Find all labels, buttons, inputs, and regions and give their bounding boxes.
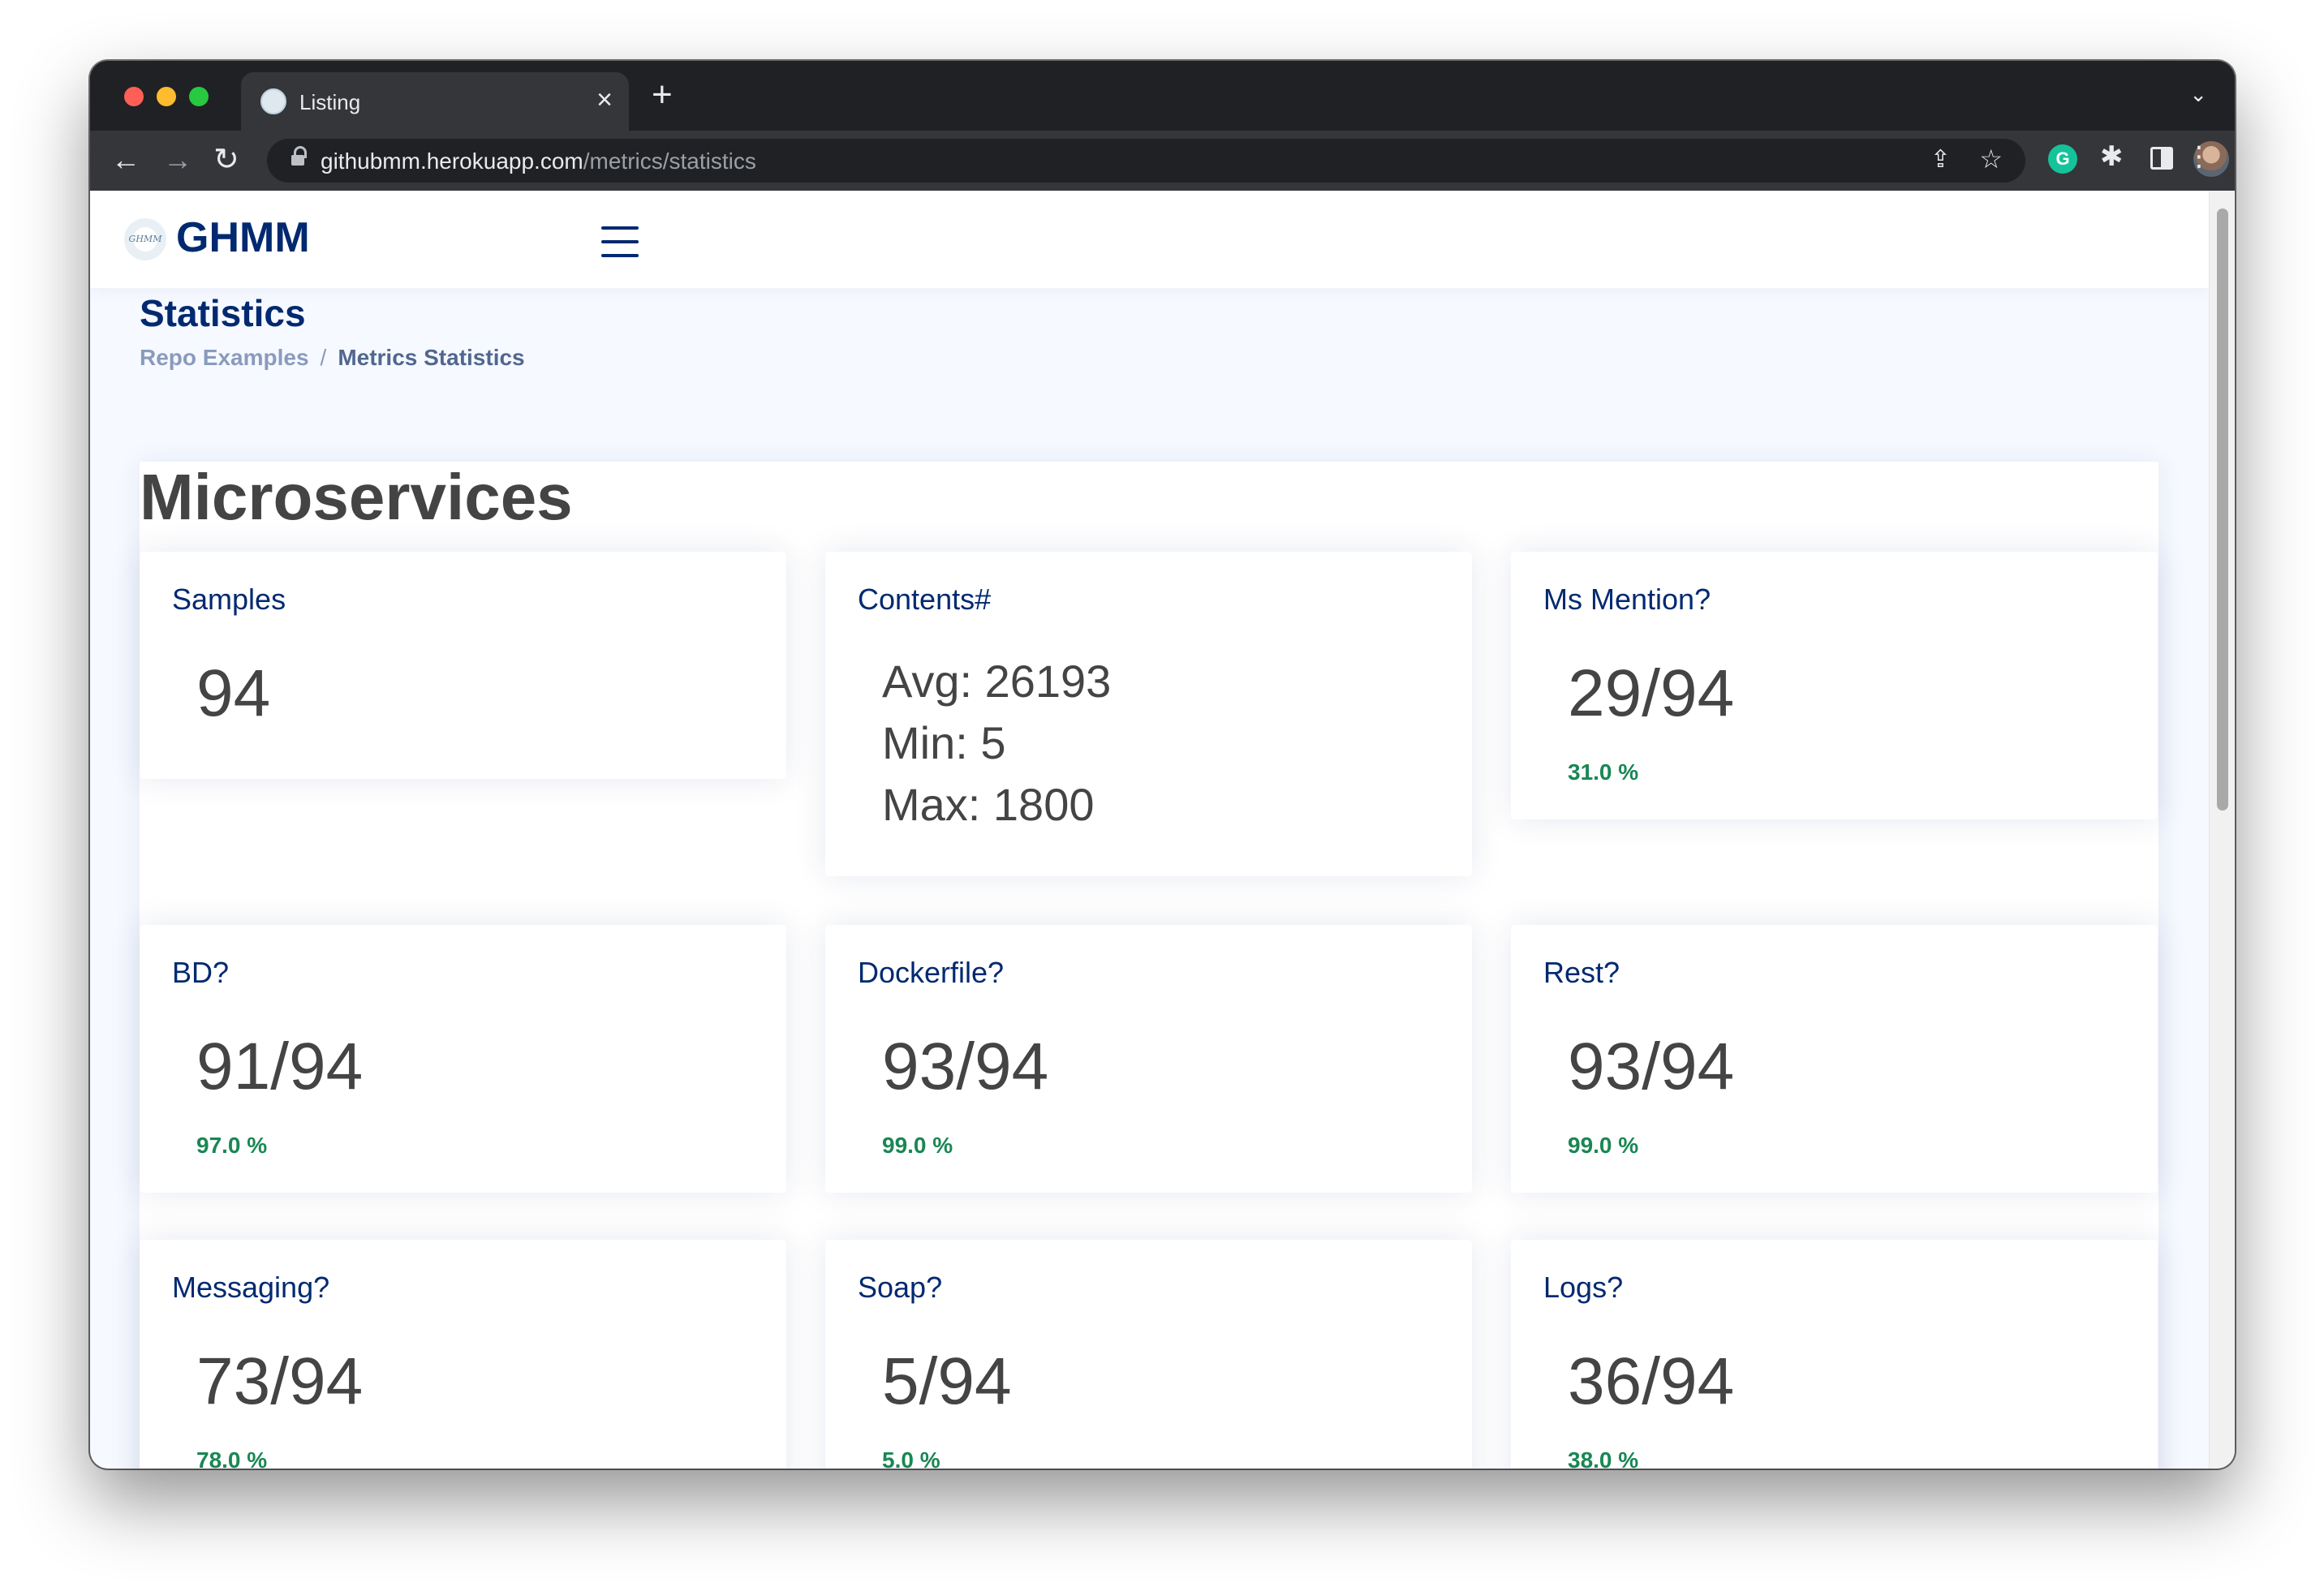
card-value: 73/94 (196, 1344, 364, 1418)
maximize-window-button[interactable] (189, 87, 209, 106)
card-messaging: Messaging? 73/94 78.0 % (140, 1240, 786, 1469)
card-title: Rest? (1543, 956, 1620, 989)
card-title: Samples (172, 583, 286, 616)
logo-text[interactable]: GHMM (176, 213, 310, 262)
new-tab-button[interactable]: + (652, 77, 673, 113)
card-contents: Contents# Avg: 26193 Min: 5 Max: 1800 (825, 552, 1472, 876)
card-percentage: 5.0 % (882, 1447, 940, 1469)
url-text[interactable]: githubmm.herokuapp.com/metrics/statistic… (321, 148, 756, 174)
card-percentage: 31.0 % (1568, 759, 1639, 785)
lock-icon[interactable] (291, 146, 307, 167)
card-title: Contents# (858, 583, 992, 616)
reload-button[interactable]: ↻ (213, 142, 239, 178)
card-value: 93/94 (882, 1030, 1049, 1103)
tab-strip: Listing × + ⌄ (90, 61, 2235, 131)
card-title: Logs? (1543, 1271, 1624, 1304)
tab-search-chevron-icon[interactable]: ⌄ (2189, 82, 2207, 107)
card-soap: Soap? 5/94 5.0 % (825, 1240, 1472, 1469)
tab-close-icon[interactable]: × (596, 85, 613, 114)
page-title: Statistics (140, 292, 306, 334)
card-value: 91/94 (196, 1030, 364, 1103)
url-path: /metrics/statistics (583, 148, 756, 174)
card-percentage: 97.0 % (196, 1133, 268, 1158)
card-value: 5/94 (882, 1344, 1012, 1418)
card-bd: BD? 91/94 97.0 % (140, 925, 786, 1193)
browser-toolbar: ← → ↻ githubmm.herokuapp.com/metrics/sta… (90, 131, 2235, 191)
logo-icon[interactable]: GHMM (124, 218, 166, 260)
card-percentage: 38.0 % (1568, 1447, 1639, 1469)
address-bar[interactable]: githubmm.herokuapp.com/metrics/statistic… (267, 139, 2025, 183)
contents-stats: Avg: 26193 Min: 5 Max: 1800 (882, 651, 1111, 836)
url-host: githubmm.herokuapp.com (321, 148, 583, 174)
close-window-button[interactable] (124, 87, 144, 106)
contents-min: Min: 5 (882, 717, 1006, 768)
extensions-icon[interactable]: ✱ (2100, 140, 2124, 173)
breadcrumb-metrics-statistics: Metrics Statistics (338, 345, 525, 370)
card-dockerfile: Dockerfile? 93/94 99.0 % (825, 925, 1472, 1193)
card-title: Dockerfile? (858, 956, 1005, 989)
card-title: BD? (172, 956, 230, 989)
share-icon[interactable]: ⇪ (1930, 145, 1951, 174)
card-percentage: 99.0 % (1568, 1133, 1639, 1158)
card-value: 36/94 (1568, 1344, 1735, 1418)
page-scrollbar[interactable] (2209, 191, 2235, 1469)
browser-menu-icon[interactable]: ⋮ (2185, 140, 2213, 173)
breadcrumb-repo-examples[interactable]: Repo Examples (140, 345, 309, 370)
card-logs: Logs? 36/94 38.0 % (1511, 1240, 2158, 1469)
contents-max: Max: 1800 (882, 779, 1095, 830)
tab-title: Listing (299, 90, 361, 114)
section-title: Microservices (140, 461, 573, 533)
forward-button[interactable]: → (163, 142, 192, 178)
card-value: 93/94 (1568, 1030, 1735, 1103)
card-samples: Samples 94 (140, 552, 786, 779)
card-title: Messaging? (172, 1271, 330, 1304)
scrollbar-thumb[interactable] (2217, 209, 2228, 811)
card-title: Ms Mention? (1543, 583, 1711, 616)
contents-avg: Avg: 26193 (882, 656, 1112, 707)
favicon-icon (260, 88, 286, 114)
minimize-window-button[interactable] (157, 87, 176, 106)
tab-listing[interactable]: Listing × (241, 72, 629, 131)
card-percentage: 99.0 % (882, 1133, 953, 1158)
card-percentage: 78.0 % (196, 1447, 268, 1469)
browser-window: Listing × + ⌄ ← → ↻ githubmm.herokuapp.c… (90, 61, 2235, 1469)
breadcrumb-separator: / (320, 345, 327, 370)
card-rest: Rest? 93/94 99.0 % (1511, 925, 2158, 1193)
card-ms-mention: Ms Mention? 29/94 31.0 % (1511, 552, 2158, 819)
card-title: Soap? (858, 1271, 943, 1304)
card-value: 94 (196, 656, 271, 730)
hamburger-menu-icon[interactable] (601, 226, 640, 257)
card-value: 29/94 (1568, 656, 1735, 730)
page-viewport: GHMM GHMM Statistics Repo Examples / Metri… (90, 191, 2235, 1469)
side-panel-icon[interactable] (2150, 147, 2173, 170)
breadcrumb: Repo Examples / Metrics Statistics (140, 345, 525, 371)
bookmark-star-icon[interactable]: ☆ (1979, 144, 2003, 174)
back-button[interactable]: ← (111, 142, 140, 178)
app-header: GHMM GHMM (90, 191, 2209, 288)
grammarly-extension-icon[interactable]: G (2048, 144, 2077, 174)
